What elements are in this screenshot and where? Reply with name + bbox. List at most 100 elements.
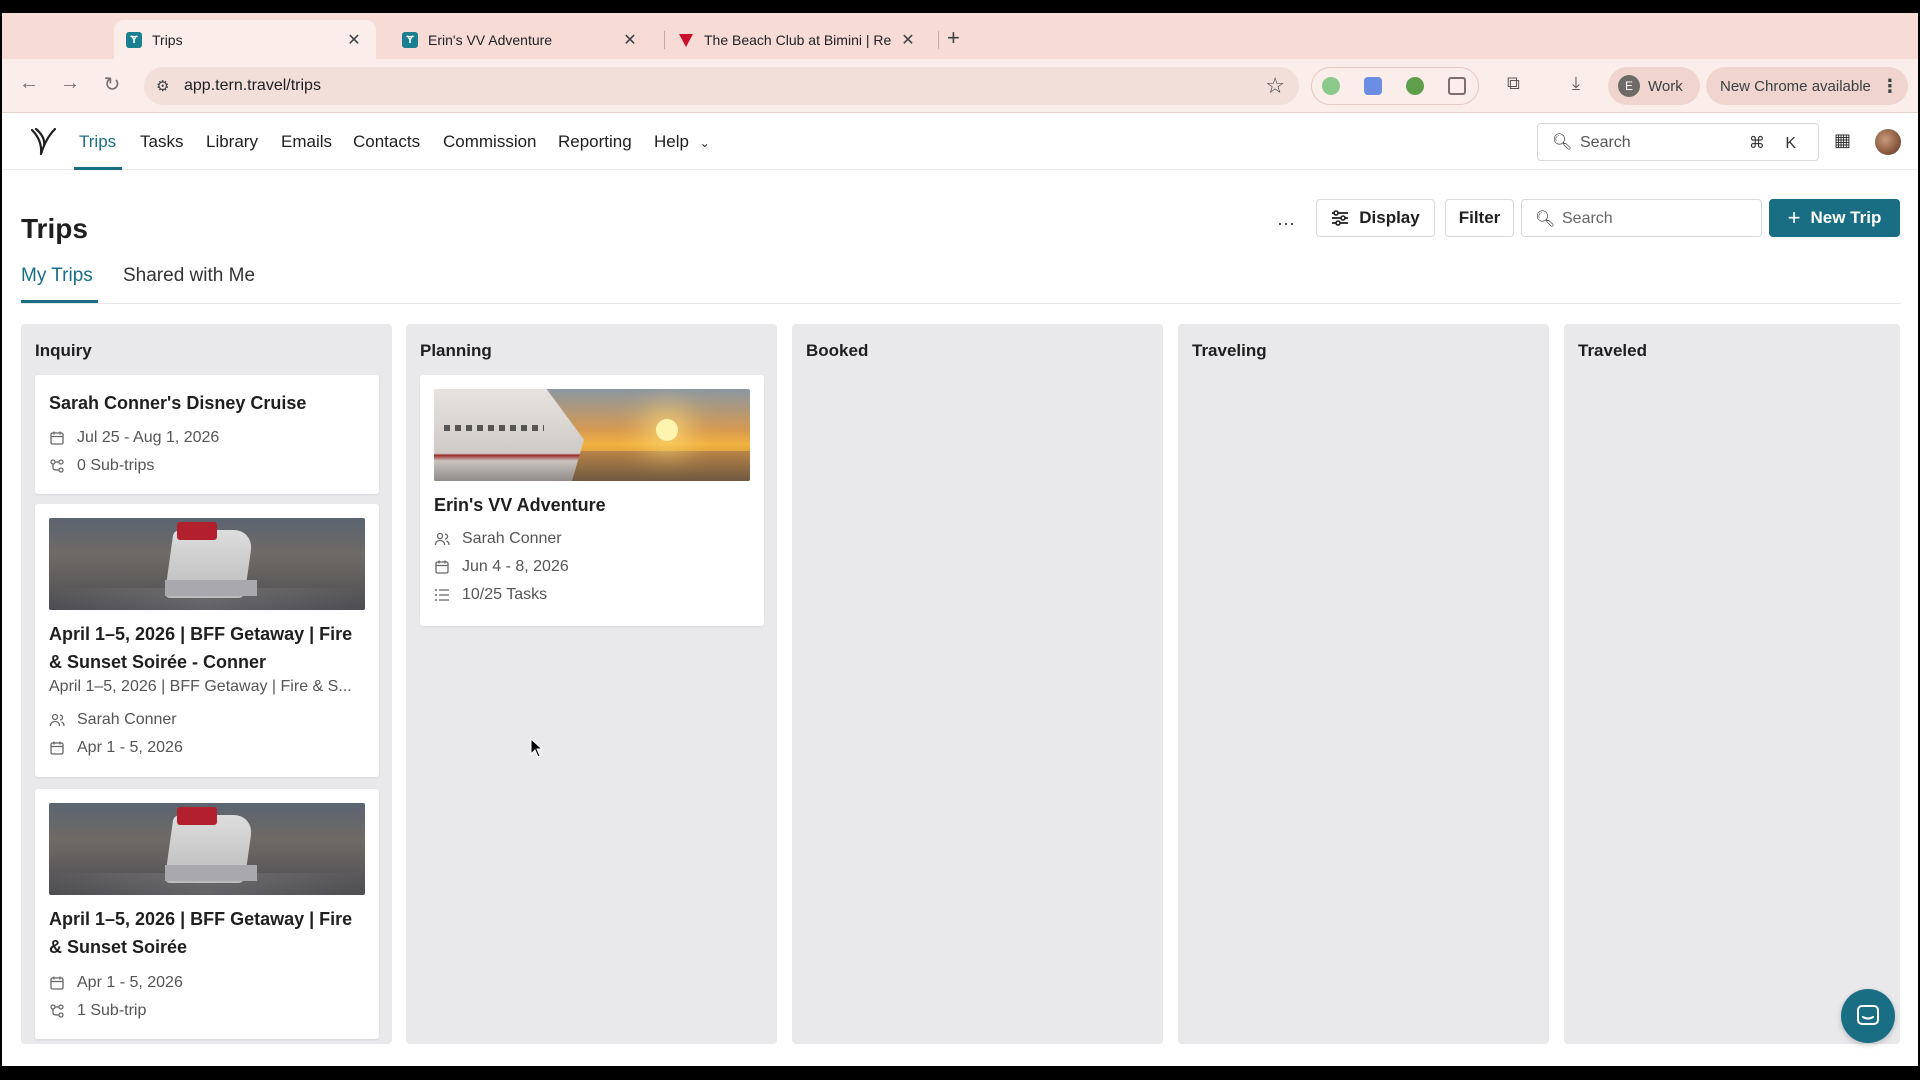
tab-title: Trips bbox=[152, 31, 183, 48]
nav-help[interactable]: Help ⌄ bbox=[654, 132, 710, 152]
tab-beach-club[interactable]: The Beach Club at Bimini | Re ✕ bbox=[666, 20, 930, 59]
board-column-booked: Booked bbox=[792, 324, 1163, 1044]
trip-dates: Jul 25 - Aug 1, 2026 bbox=[49, 429, 219, 447]
global-search-input[interactable]: 🔍︎ Search ⌘ K bbox=[1537, 123, 1819, 161]
tab-my-trips[interactable]: My Trips bbox=[21, 265, 93, 287]
users-icon bbox=[49, 712, 65, 728]
more-options-button[interactable]: ··· bbox=[1277, 213, 1295, 234]
search-icon: 🔍︎ bbox=[1552, 134, 1573, 151]
new-trip-button[interactable]: + New Trip bbox=[1769, 199, 1900, 237]
trip-card[interactable]: April 1–5, 2026 | BFF Getaway | Fire & S… bbox=[35, 789, 379, 1039]
tab-title: Erin's VV Adventure bbox=[428, 31, 553, 48]
trip-card[interactable]: Erin's VV Adventure Sarah Conner Jun 4 -… bbox=[420, 375, 764, 626]
chevron-down-icon: ⌄ bbox=[699, 136, 710, 150]
tab-shared-with-me[interactable]: Shared with Me bbox=[123, 265, 255, 287]
dates-text: Jul 25 - Aug 1, 2026 bbox=[77, 429, 220, 446]
avatar[interactable] bbox=[1875, 129, 1901, 155]
page-title: Trips bbox=[21, 213, 88, 244]
display-button[interactable]: Display bbox=[1316, 199, 1435, 237]
users-icon bbox=[434, 531, 450, 547]
extension-icon[interactable] bbox=[1364, 77, 1382, 95]
nav-trips[interactable]: Trips bbox=[79, 132, 116, 152]
puzzle-extensions-icon[interactable] bbox=[1448, 77, 1466, 95]
trip-image bbox=[49, 803, 365, 895]
tern-favicon-icon: Ɏ bbox=[126, 31, 142, 48]
trip-title: Erin's VV Adventure bbox=[434, 495, 606, 515]
keyboard-shortcut: ⌘ K bbox=[1748, 135, 1804, 152]
close-icon[interactable]: ✕ bbox=[620, 30, 640, 50]
filter-button[interactable]: Filter bbox=[1445, 199, 1514, 237]
trip-dates: Jun 4 - 8, 2026 bbox=[434, 558, 569, 576]
board-column-planning: Planning Erin's VV Adventure Sarah Conne… bbox=[406, 324, 777, 1044]
tab-erins-vv-adventure[interactable]: Ɏ Erin's VV Adventure ✕ bbox=[390, 20, 652, 59]
tern-logo-icon[interactable] bbox=[28, 126, 58, 158]
nav-commission[interactable]: Commission bbox=[443, 132, 537, 152]
nav-reporting[interactable]: Reporting bbox=[558, 132, 632, 152]
extensions-group bbox=[1311, 67, 1479, 105]
trip-title: April 1–5, 2026 | BFF Getaway | Fire & S… bbox=[49, 624, 353, 672]
trip-image bbox=[434, 389, 750, 481]
list-icon bbox=[434, 587, 450, 603]
tab-strip: Ɏ Trips ✕ Ɏ Erin's VV Adventure ✕ The Be… bbox=[2, 13, 1918, 59]
nav-contacts[interactable]: Contacts bbox=[353, 132, 420, 152]
tab-search-icon[interactable]: ⧉ bbox=[1507, 73, 1520, 94]
trip-card[interactable]: Sarah Conner's Disney Cruise Jul 25 - Au… bbox=[35, 375, 379, 494]
calendar-icon bbox=[49, 430, 65, 446]
nav-library[interactable]: Library bbox=[206, 132, 258, 152]
calendar-icon bbox=[49, 740, 65, 756]
tab-separator bbox=[664, 31, 665, 49]
back-arrow-icon[interactable]: ← bbox=[15, 72, 43, 95]
browser-window: Ɏ Trips ✕ Ɏ Erin's VV Adventure ✕ The Be… bbox=[2, 13, 1918, 1066]
trip-dates: Apr 1 - 5, 2026 bbox=[49, 739, 183, 757]
tasks-text: 10/25 Tasks bbox=[462, 586, 548, 603]
subtrips-text: 0 Sub-trips bbox=[77, 457, 155, 474]
search-placeholder: Search bbox=[1580, 134, 1631, 151]
calendar-icon[interactable]: ▦ bbox=[1834, 130, 1851, 151]
subtrips-text: 1 Sub-trip bbox=[77, 1002, 147, 1019]
kebab-menu-icon[interactable]: ⋮ bbox=[1881, 76, 1899, 97]
column-title: Inquiry bbox=[35, 341, 92, 360]
trip-subtrips: 1 Sub-trip bbox=[49, 1002, 146, 1020]
plus-icon: + bbox=[1787, 205, 1801, 230]
profile-label: Work bbox=[1648, 77, 1683, 95]
new-tab-plus-icon[interactable]: + bbox=[947, 25, 960, 51]
close-icon[interactable]: ✕ bbox=[344, 30, 364, 50]
address-bar[interactable]: ⚙ app.tern.travel/trips ☆ bbox=[144, 67, 1299, 105]
tab-trips[interactable]: Ɏ Trips ✕ bbox=[114, 20, 376, 59]
profile-button[interactable]: E Work bbox=[1608, 67, 1700, 105]
subtrips-icon bbox=[49, 458, 65, 474]
mouse-cursor-icon bbox=[530, 738, 544, 758]
display-label: Display bbox=[1359, 208, 1420, 227]
extension-icon[interactable] bbox=[1406, 77, 1424, 95]
download-icon[interactable]: ⤓ bbox=[1572, 73, 1580, 94]
update-label: New Chrome available bbox=[1720, 77, 1871, 95]
divider bbox=[21, 303, 1901, 304]
trip-search-input[interactable]: 🔍︎ Search bbox=[1521, 199, 1762, 237]
nav-tasks[interactable]: Tasks bbox=[140, 132, 183, 152]
calendar-icon bbox=[49, 975, 65, 991]
trip-card[interactable]: April 1–5, 2026 | BFF Getaway | Fire & S… bbox=[35, 504, 379, 777]
trip-title: April 1–5, 2026 | BFF Getaway | Fire & S… bbox=[49, 909, 353, 957]
forward-arrow-icon[interactable]: → bbox=[56, 72, 84, 95]
tern-favicon-icon: Ɏ bbox=[402, 31, 418, 48]
nav-emails[interactable]: Emails bbox=[281, 132, 332, 152]
dates-text: Apr 1 - 5, 2026 bbox=[77, 739, 183, 756]
trip-traveler: Sarah Conner bbox=[434, 530, 562, 548]
chat-launcher-button[interactable] bbox=[1841, 989, 1895, 1043]
board-column-traveled: Traveled bbox=[1564, 324, 1900, 1044]
calendar-icon bbox=[434, 559, 450, 575]
bookmark-star-icon[interactable]: ☆ bbox=[1265, 73, 1285, 99]
browser-toolbar: ← → ↻ ⚙ app.tern.travel/trips ☆ ⧉ ⤓ E Wo… bbox=[2, 59, 1918, 113]
close-icon[interactable]: ✕ bbox=[898, 30, 918, 50]
column-title: Traveling bbox=[1192, 341, 1267, 360]
chrome-update-button[interactable]: New Chrome available ⋮ bbox=[1706, 67, 1908, 105]
trip-description: April 1–5, 2026 | BFF Getaway | Fire & S… bbox=[49, 678, 352, 695]
trip-traveler: Sarah Conner bbox=[49, 711, 177, 729]
extension-icon[interactable] bbox=[1322, 77, 1340, 95]
search-icon: 🔍︎ bbox=[1535, 211, 1556, 228]
reload-icon[interactable]: ↻ bbox=[98, 72, 126, 97]
nav-help-label: Help bbox=[654, 132, 689, 151]
site-settings-icon[interactable]: ⚙ bbox=[156, 77, 169, 95]
subtrips-icon bbox=[49, 1003, 65, 1019]
board-column-traveling: Traveling bbox=[1178, 324, 1549, 1044]
